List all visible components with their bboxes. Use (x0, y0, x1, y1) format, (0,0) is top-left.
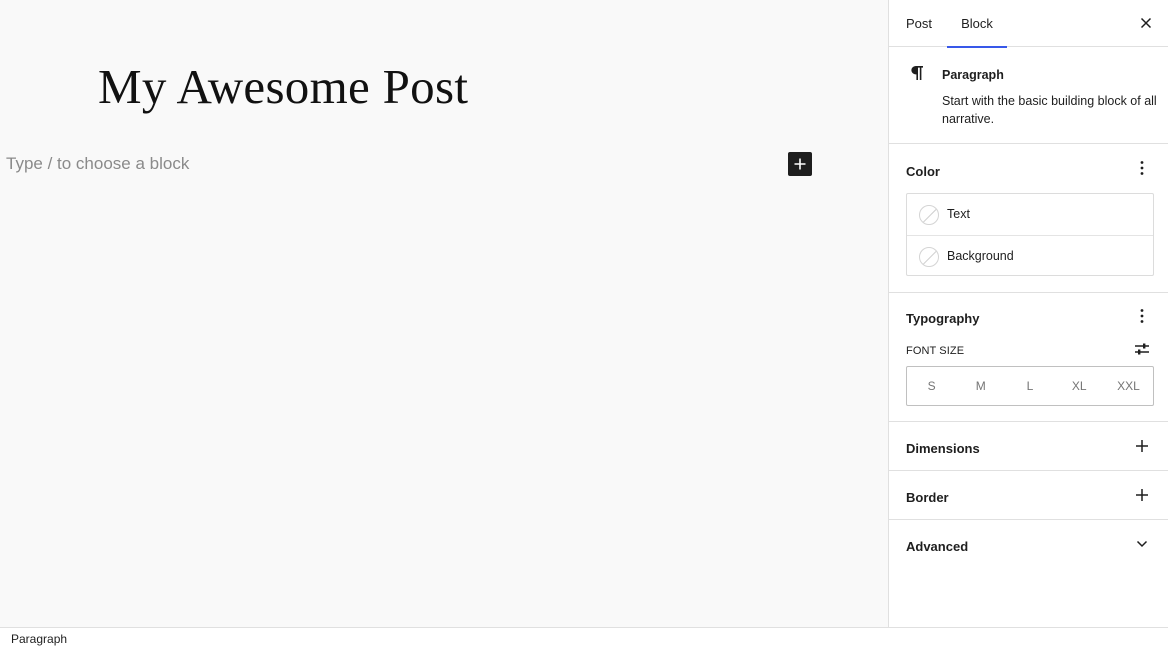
empty-swatch-icon (919, 247, 939, 267)
close-icon (1140, 17, 1152, 29)
color-item-label: Background (947, 249, 1014, 263)
custom-font-size-button[interactable] (1131, 338, 1153, 360)
border-panel[interactable]: Border (889, 471, 1168, 520)
close-sidebar-button[interactable] (1135, 12, 1157, 34)
font-size-option-xl[interactable]: XL (1055, 367, 1104, 405)
color-options-button[interactable] (1131, 157, 1153, 179)
block-placeholder[interactable]: Type / to choose a block (6, 154, 189, 174)
more-vertical-icon (1140, 161, 1144, 175)
dimensions-panel[interactable]: Dimensions (889, 422, 1168, 471)
block-description: Start with the basic building block of a… (942, 94, 1157, 126)
settings-sliders-icon (1135, 343, 1149, 355)
border-panel-title: Border (906, 490, 949, 505)
advanced-panel[interactable]: Advanced (889, 520, 1168, 569)
font-size-option-s[interactable]: S (907, 367, 956, 405)
tab-block[interactable]: Block (947, 0, 1007, 48)
settings-sidebar: Post Block Paragraph Start with the basi… (888, 0, 1168, 627)
font-size-option-m[interactable]: M (956, 367, 1005, 405)
plus-icon (1136, 440, 1148, 452)
plus-icon (1136, 489, 1148, 501)
block-name: Paragraph (942, 68, 1004, 82)
tab-post[interactable]: Post (906, 0, 932, 47)
dimensions-add-button[interactable] (1131, 435, 1153, 457)
font-size-label: FONT SIZE (906, 345, 965, 357)
advanced-toggle-button[interactable] (1131, 533, 1153, 555)
block-inserter-button[interactable] (788, 152, 812, 176)
font-size-picker: S M L XL XXL (906, 366, 1154, 406)
border-add-button[interactable] (1131, 484, 1153, 506)
typography-options-button[interactable] (1131, 305, 1153, 327)
color-item-label: Text (947, 207, 970, 221)
color-list: Text Background (906, 193, 1154, 276)
post-title[interactable]: My Awesome Post (98, 58, 468, 115)
typography-panel-title: Typography (906, 311, 980, 326)
font-size-option-l[interactable]: L (1005, 367, 1054, 405)
typography-panel: Typography FONT SIZE S M L XL XXL (889, 293, 1168, 422)
dimensions-panel-title: Dimensions (906, 441, 980, 456)
color-panel-title: Color (906, 164, 940, 179)
editor-footer: Paragraph (0, 627, 1168, 646)
editor-canvas: My Awesome Post Type / to choose a block (0, 0, 888, 627)
chevron-down-icon (1136, 540, 1148, 548)
font-size-option-xxl[interactable]: XXL (1104, 367, 1153, 405)
more-vertical-icon (1140, 309, 1144, 323)
advanced-panel-title: Advanced (906, 539, 969, 554)
sidebar-tabs: Post Block (889, 0, 1168, 48)
paragraph-icon (909, 64, 925, 87)
color-item-text[interactable]: Text (907, 194, 1153, 235)
empty-swatch-icon (919, 205, 939, 225)
color-item-background[interactable]: Background (907, 235, 1153, 276)
color-panel: Color Text Background (889, 144, 1168, 293)
plus-icon (794, 158, 806, 170)
breadcrumb[interactable]: Paragraph (11, 632, 67, 646)
